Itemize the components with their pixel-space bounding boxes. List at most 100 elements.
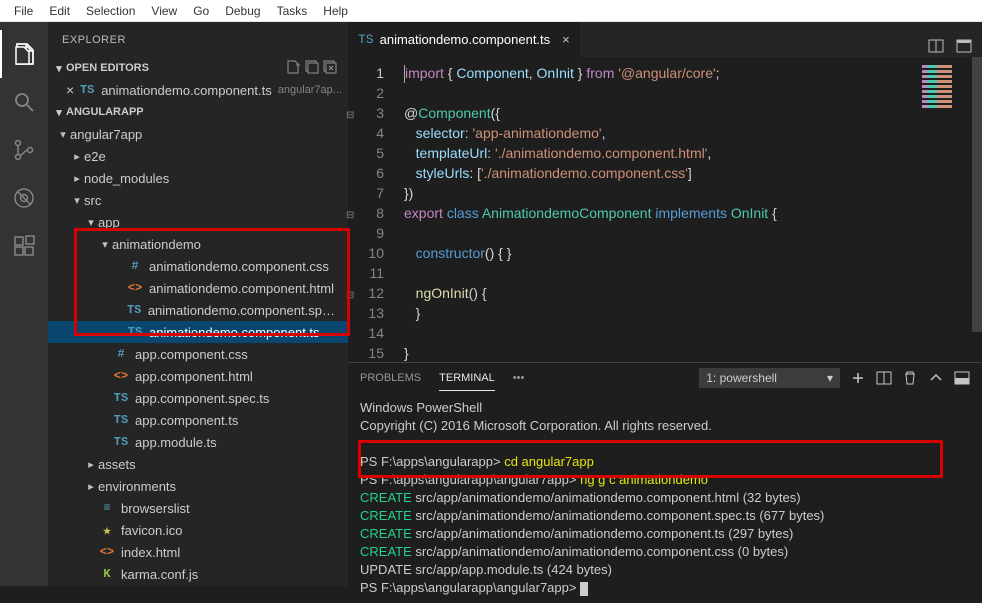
file-label: app.component.css xyxy=(135,347,248,362)
line-number-gutter: 123⊟45678⊟9101112⊟131415 xyxy=(348,57,398,362)
file-item[interactable]: ▸<>app.component.html xyxy=(48,365,348,387)
close-icon[interactable]: × xyxy=(562,32,570,47)
menu-help[interactable]: Help xyxy=(315,2,356,20)
folder-item[interactable]: ▸node_modules xyxy=(48,167,348,189)
panel-more-icon[interactable]: ••• xyxy=(513,366,525,390)
file-label: animationdemo.component.css xyxy=(149,259,329,274)
folder-item[interactable]: ▸environments xyxy=(48,475,348,497)
file-item[interactable]: ▸#animationdemo.component.css xyxy=(48,255,348,277)
terminal-selector[interactable]: 1: powershell ▾ xyxy=(699,368,840,388)
file-item[interactable]: ▸★favicon.ico xyxy=(48,519,348,541)
menu-view[interactable]: View xyxy=(143,2,185,20)
folder-item[interactable]: ▸e2e xyxy=(48,145,348,167)
menu-selection[interactable]: Selection xyxy=(78,2,143,20)
open-editors-list: × TS animationdemo.component.ts angular7… xyxy=(48,79,348,101)
chevron-right-icon: ▸ xyxy=(84,480,98,493)
new-terminal-icon[interactable] xyxy=(850,370,866,386)
file-label: animationdemo xyxy=(112,237,201,252)
file-type-icon: <> xyxy=(112,369,130,383)
file-label: environments xyxy=(98,479,176,494)
folder-item[interactable]: ▾src xyxy=(48,189,348,211)
editor-tab[interactable]: TS animationdemo.component.ts × xyxy=(348,22,581,57)
activity-debug-icon[interactable] xyxy=(0,174,48,222)
file-label: index.html xyxy=(121,545,180,560)
file-item[interactable]: ▸TSanimationdemo.component.spec.ts xyxy=(48,299,348,321)
minimap[interactable] xyxy=(922,63,972,153)
code-content[interactable]: import { Component, OnInit } from '@angu… xyxy=(398,57,982,362)
file-label: karma.conf.js xyxy=(121,567,198,582)
file-type-icon: # xyxy=(126,259,144,273)
activity-search-icon[interactable] xyxy=(0,78,48,126)
chevron-right-icon: ▸ xyxy=(70,172,84,185)
explorer-sidebar: EXPLORER ▾ OPEN EDITORS × TS animationde… xyxy=(48,22,348,586)
chevron-down-icon: ▾ xyxy=(84,216,98,229)
workspace-header[interactable]: ▾ ANGULARAPP xyxy=(48,101,348,123)
file-type-icon: <> xyxy=(98,545,116,559)
folder-item[interactable]: ▾app xyxy=(48,211,348,233)
file-hint: angular7ap... xyxy=(278,84,342,96)
save-all-icon[interactable] xyxy=(304,59,320,78)
chevron-down-icon: ▾ xyxy=(52,106,66,119)
kill-terminal-icon[interactable] xyxy=(902,370,918,386)
terminal-output[interactable]: Windows PowerShellCopyright (C) 2016 Mic… xyxy=(348,393,982,603)
code-editor[interactable]: 123⊟45678⊟9101112⊟131415 import { Compon… xyxy=(348,57,982,362)
close-panel-icon[interactable] xyxy=(954,370,970,386)
close-icon[interactable]: × xyxy=(66,83,74,97)
activity-explorer-icon[interactable] xyxy=(0,30,48,78)
tab-label: animationdemo.component.ts xyxy=(380,32,551,47)
activity-scm-icon[interactable] xyxy=(0,126,48,174)
editor-tab-bar: TS animationdemo.component.ts × xyxy=(348,22,982,57)
file-label: app.component.spec.ts xyxy=(135,391,269,406)
file-label: favicon.ico xyxy=(121,523,182,538)
file-label: src xyxy=(84,193,101,208)
menu-tasks[interactable]: Tasks xyxy=(269,2,316,20)
split-editor-icon[interactable] xyxy=(928,38,944,57)
activity-extensions-icon[interactable] xyxy=(0,222,48,270)
chevron-right-icon: ▸ xyxy=(84,458,98,471)
chevron-down-icon: ▾ xyxy=(52,62,66,75)
chevron-down-icon: ▾ xyxy=(98,238,112,251)
menu-edit[interactable]: Edit xyxy=(41,2,78,20)
panel-tab-terminal[interactable]: TERMINAL xyxy=(439,366,495,391)
file-item[interactable]: ▸<>index.html xyxy=(48,541,348,563)
file-item[interactable]: ▸TSapp.component.ts xyxy=(48,409,348,431)
file-item[interactable]: ▸TSapp.module.ts xyxy=(48,431,348,453)
folder-item[interactable]: ▾angular7app xyxy=(48,123,348,145)
editor-scrollbar[interactable] xyxy=(972,57,982,362)
file-type-icon: ≡ xyxy=(98,501,116,515)
file-type-icon: K xyxy=(98,567,116,581)
file-label: assets xyxy=(98,457,136,472)
editor-area: TS animationdemo.component.ts × 123⊟4567… xyxy=(348,22,982,586)
sidebar-title: EXPLORER xyxy=(48,22,348,57)
file-label: animationdemo.component.ts xyxy=(149,325,320,340)
menu-file[interactable]: File xyxy=(6,2,41,20)
file-type-icon: <> xyxy=(126,281,144,295)
close-all-icon[interactable] xyxy=(322,59,338,78)
file-type-icon: TS xyxy=(112,413,130,427)
file-item[interactable]: ▸TSapp.component.spec.ts xyxy=(48,387,348,409)
file-item[interactable]: ▸<>animationdemo.component.html xyxy=(48,277,348,299)
file-label: node_modules xyxy=(84,171,169,186)
folder-item[interactable]: ▾animationdemo xyxy=(48,233,348,255)
file-type-icon: # xyxy=(112,347,130,361)
open-editors-header[interactable]: ▾ OPEN EDITORS xyxy=(48,57,348,79)
file-type-icon: ★ xyxy=(98,523,116,538)
menu-debug[interactable]: Debug xyxy=(217,2,268,20)
more-actions-icon[interactable] xyxy=(956,38,972,57)
panel-tab-problems[interactable]: PROBLEMS xyxy=(360,366,421,390)
ts-file-icon: TS xyxy=(78,83,96,97)
file-item[interactable]: ▸Kkarma.conf.js xyxy=(48,563,348,585)
menu-go[interactable]: Go xyxy=(185,2,217,20)
split-terminal-icon[interactable] xyxy=(876,370,892,386)
file-label: app.module.ts xyxy=(135,435,217,450)
folder-item[interactable]: ▸assets xyxy=(48,453,348,475)
new-file-icon[interactable] xyxy=(286,59,302,78)
file-item[interactable]: ▸TSanimationdemo.component.ts xyxy=(48,321,348,343)
bottom-panel: PROBLEMS TERMINAL ••• 1: powershell ▾ Wi… xyxy=(348,362,982,603)
open-editor-item[interactable]: × TS animationdemo.component.ts angular7… xyxy=(48,79,348,101)
file-type-icon: TS xyxy=(112,435,130,449)
file-item[interactable]: ▸≡browserslist xyxy=(48,497,348,519)
file-label: browserslist xyxy=(121,501,190,516)
maximize-panel-icon[interactable] xyxy=(928,370,944,386)
file-item[interactable]: ▸#app.component.css xyxy=(48,343,348,365)
